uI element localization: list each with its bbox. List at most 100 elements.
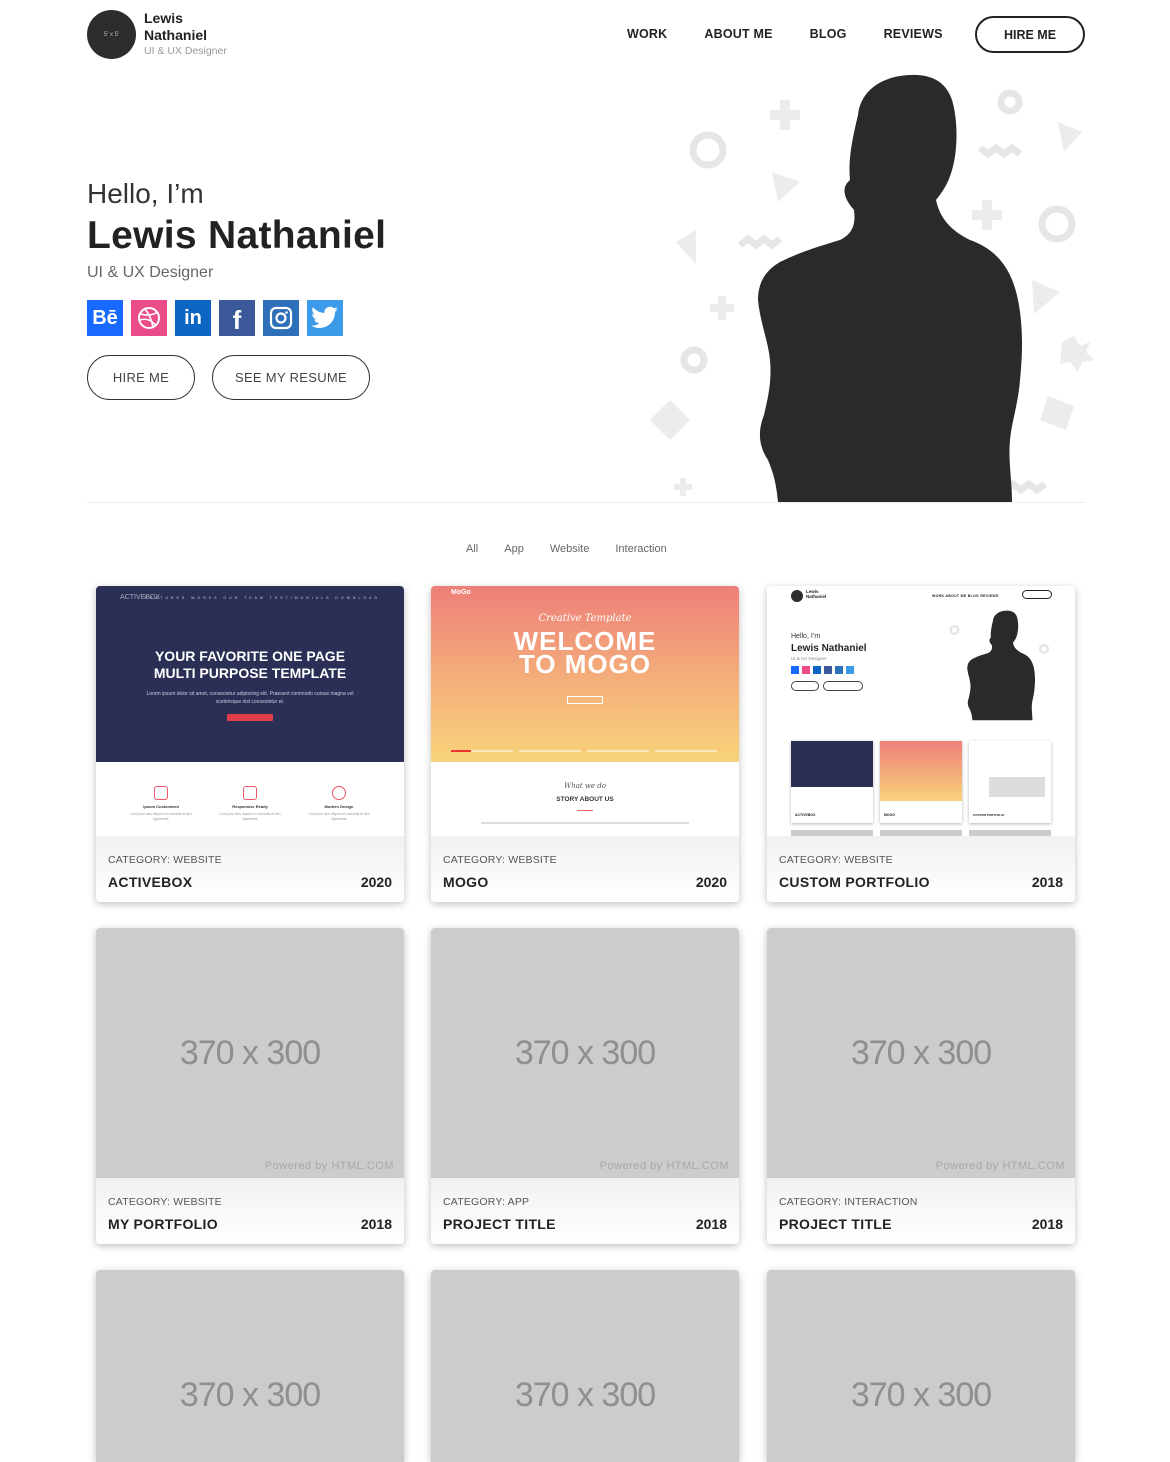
mini-card: ACTIVEBOX <box>791 741 873 823</box>
project-meta: CATEGORY: WEBSITE CUSTOM PORTFOLIO 2018 <box>767 836 1075 902</box>
project-title[interactable]: MY PORTFOLIO <box>108 1216 218 1232</box>
project-card[interactable]: 370 x 300 <box>431 1270 739 1462</box>
mogo-cta <box>567 696 603 704</box>
behance-icon[interactable]: Bē <box>87 300 123 336</box>
activebox-hero: ACTIVEBOX FEATURES WORKS OUR TEAM TESTIM… <box>96 586 404 762</box>
activebox-headline: YOUR FAVORITE ONE PAGE MULTI PURPOSE TEM… <box>153 648 347 681</box>
project-title[interactable]: MOGO <box>443 874 489 890</box>
placeholder-size: 370 x 300 <box>514 1376 656 1414</box>
menu-item-about-me[interactable]: ABOUT ME <box>704 27 772 41</box>
project-card[interactable]: 370 x 300 <box>767 1270 1075 1462</box>
project-category: CATEGORY: INTERACTION <box>779 1196 918 1208</box>
activebox-cta <box>227 714 273 721</box>
project-thumbnail-placeholder[interactable]: 370 x 300 Powered by HTML.COM <box>431 928 739 1178</box>
placeholder-size: 370 x 300 <box>514 1034 656 1072</box>
dribbble-icon[interactable] <box>131 300 167 336</box>
project-title[interactable]: PROJECT TITLE <box>779 1216 892 1232</box>
project-year: 2018 <box>1031 1216 1063 1232</box>
mogo-steps <box>451 750 717 752</box>
hero-illustration <box>650 74 1094 502</box>
hero-buttons: HIRE ME SEE MY RESUME <box>87 355 370 400</box>
filter-app[interactable]: App <box>504 543 524 555</box>
project-title[interactable]: CUSTOM PORTFOLIO <box>779 874 930 890</box>
project-thumbnail[interactable]: ACTIVEBOX FEATURES WORKS OUR TEAM TESTIM… <box>96 586 404 836</box>
see-resume-button[interactable]: SEE MY RESUME <box>212 355 370 400</box>
placeholder-credit: Powered by HTML.COM <box>599 1160 729 1172</box>
menu-item-reviews[interactable]: REVIEWS <box>884 27 943 41</box>
activebox-nav: FEATURES WORKS OUR TEAM TESTIMONIALS DOW… <box>144 596 380 600</box>
main-menu: WORK ABOUT ME BLOG REVIEWS <box>627 27 943 41</box>
mogo-about: What we do STORY ABOUT US <box>431 762 739 836</box>
project-card-my-portfolio[interactable]: 370 x 300 Powered by HTML.COM CATEGORY: … <box>96 928 404 1244</box>
project-card-interaction[interactable]: 370 x 300 Powered by HTML.COM CATEGORY: … <box>767 928 1075 1244</box>
hero-subtitle: UI & UX Designer <box>87 264 214 281</box>
project-thumbnail[interactable]: MoGo Creative Template WELCOME TO MOGO W… <box>431 586 739 836</box>
project-card-activebox[interactable]: ACTIVEBOX FEATURES WORKS OUR TEAM TESTIM… <box>96 586 404 902</box>
project-thumbnail-placeholder[interactable]: 370 x 300 <box>96 1270 404 1462</box>
brand-first-name: Lewis <box>144 10 183 26</box>
filter-interaction[interactable]: Interaction <box>615 543 666 555</box>
mini-card: CUSTOM PORTFOLIO <box>969 741 1051 823</box>
logo-avatar[interactable]: 5' x 5' <box>87 10 136 59</box>
project-thumbnail[interactable]: Lewis Nathaniel WORK ABOUT ME BLOG REVIE… <box>767 586 1075 836</box>
mogo-headline: WELCOME TO MOGO <box>513 626 657 679</box>
project-year: 2018 <box>360 1216 392 1232</box>
project-year: 2018 <box>695 1216 727 1232</box>
person-silhouette <box>758 74 1022 502</box>
project-thumbnail-placeholder[interactable]: 370 x 300 <box>431 1270 739 1462</box>
project-meta: CATEGORY: WEBSITE ACTIVEBOX 2020 <box>96 836 404 902</box>
project-meta: CATEGORY: WEBSITE MOGO 2020 <box>431 836 739 902</box>
project-category: CATEGORY: WEBSITE <box>443 854 557 866</box>
nav-hire-me-button[interactable]: HIRE ME <box>975 16 1085 53</box>
hire-me-button[interactable]: HIRE ME <box>87 355 195 400</box>
feature-item: Responsive Ready Ceci pour des cliques e… <box>215 786 285 822</box>
placeholder-size: 370 x 300 <box>179 1034 321 1072</box>
project-meta: CATEGORY: APP PROJECT TITLE 2018 <box>431 1178 739 1244</box>
facebook-icon[interactable]: f <box>219 300 255 336</box>
mogo-what: What we do <box>564 782 606 790</box>
brand[interactable]: Lewis Nathaniel UI & UX Designer <box>144 10 227 57</box>
menu-item-work[interactable]: WORK <box>627 27 667 41</box>
filter-all[interactable]: All <box>466 543 478 555</box>
placeholder-credit: Powered by HTML.COM <box>264 1160 394 1172</box>
menu-item-blog[interactable]: BLOG <box>810 27 847 41</box>
brand-last-name: Nathaniel <box>144 27 208 43</box>
placeholder-size: 370 x 300 <box>850 1376 992 1414</box>
instagram-icon[interactable] <box>263 300 299 336</box>
mogo-script: Creative Template <box>538 613 632 624</box>
placeholder-size: 370 x 300 <box>850 1034 992 1072</box>
brand-role: UI & UX Designer <box>144 45 227 57</box>
project-card-custom-portfolio[interactable]: Lewis Nathaniel WORK ABOUT ME BLOG REVIE… <box>767 586 1075 902</box>
project-thumbnail-placeholder[interactable]: 370 x 300 Powered by HTML.COM <box>96 928 404 1178</box>
linkedin-icon[interactable]: in <box>175 300 211 336</box>
mogo-logo: MoGo <box>451 589 471 596</box>
project-meta: CATEGORY: INTERACTION PROJECT TITLE 2018 <box>767 1178 1075 1244</box>
project-year: 2020 <box>695 874 727 890</box>
placeholder-size: 370 x 300 <box>179 1376 321 1414</box>
project-category: CATEGORY: WEBSITE <box>108 1196 222 1208</box>
activebox-paragraph: Lorem ipsum dolor sit amet, consectetur … <box>146 691 354 705</box>
section-divider <box>87 502 1085 503</box>
project-title[interactable]: ACTIVEBOX <box>108 874 192 890</box>
feature-item: Ipsum Customized Ceci pour des cliques e… <box>126 786 196 822</box>
project-title[interactable]: PROJECT TITLE <box>443 1216 556 1232</box>
project-year: 2018 <box>1031 874 1063 890</box>
mini-card: MOGO <box>880 741 962 823</box>
project-thumbnail-placeholder[interactable]: 370 x 300 <box>767 1270 1075 1462</box>
activebox-features: Ipsum Customized Ceci pour des cliques e… <box>96 762 404 836</box>
hero-name: Lewis Nathaniel <box>87 214 387 257</box>
twitter-icon[interactable] <box>307 300 343 336</box>
lightbulb-icon <box>332 786 346 800</box>
project-card-mogo[interactable]: MoGo Creative Template WELCOME TO MOGO W… <box>431 586 739 902</box>
hero-greeting: Hello, I’m <box>87 178 204 209</box>
project-card-app[interactable]: 370 x 300 Powered by HTML.COM CATEGORY: … <box>431 928 739 1244</box>
portfolio-preview: Lewis Nathaniel WORK ABOUT ME BLOG REVIE… <box>767 586 1075 836</box>
placeholder-credit: Powered by HTML.COM <box>935 1160 1065 1172</box>
project-card[interactable]: 370 x 300 <box>96 1270 404 1462</box>
social-links: Bē in f <box>87 300 351 336</box>
mogo-story: STORY ABOUT US <box>556 796 614 803</box>
filter-website[interactable]: Website <box>550 543 590 555</box>
feature-item: Modern Design Ceci pour des cliques et c… <box>304 786 374 822</box>
project-category: CATEGORY: WEBSITE <box>779 854 893 866</box>
project-thumbnail-placeholder[interactable]: 370 x 300 Powered by HTML.COM <box>767 928 1075 1178</box>
